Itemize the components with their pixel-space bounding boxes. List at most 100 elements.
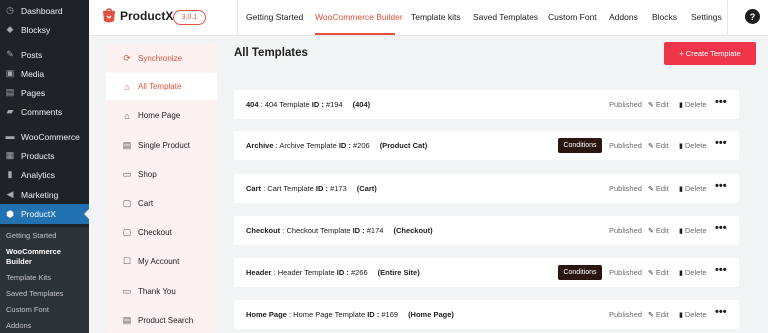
status-label: Published xyxy=(609,226,642,235)
more-options-button[interactable]: ••• xyxy=(715,222,727,234)
more-options-button[interactable]: ••• xyxy=(715,137,727,149)
nav-addons[interactable]: Addons xyxy=(609,12,638,22)
menu-item-home-page[interactable]: ⌂ Home Page xyxy=(106,102,217,129)
search-icon: ▤ xyxy=(122,315,132,325)
template-condition-tag: (Cart) xyxy=(356,184,377,193)
more-options-button[interactable]: ••• xyxy=(715,96,727,108)
template-row: Header : Header Template ID : #266 (Entir… xyxy=(234,258,739,287)
wp-menu-analytics[interactable]: ▮ Analytics xyxy=(0,165,89,184)
more-options-button[interactable]: ••• xyxy=(715,306,727,318)
plugin-content: ⟳ Synchronize ⌂ All Template ⌂ Home Page ▤ S… xyxy=(89,36,768,333)
wp-menu-posts[interactable]: ✎ Posts xyxy=(0,45,89,64)
wp-menu-label: Pages xyxy=(21,87,46,98)
edit-label: Edit xyxy=(655,268,669,277)
status-label: Published xyxy=(609,141,642,150)
more-options-button[interactable]: ••• xyxy=(715,264,727,276)
pencil-icon: ✎ xyxy=(648,228,654,235)
template-id-label: ID : xyxy=(350,226,367,235)
delete-label: Delete xyxy=(684,141,707,150)
wp-submenu-custom-font[interactable]: Custom Font xyxy=(6,305,49,315)
delete-button[interactable]: ▮ Delete xyxy=(679,268,707,277)
help-divider xyxy=(727,0,728,36)
delete-button[interactable]: ▮ Delete xyxy=(679,310,707,319)
template-title: Archive Template xyxy=(279,141,337,150)
menu-item-cart[interactable]: ▢ Cart xyxy=(106,190,217,217)
top-nav xyxy=(237,0,238,36)
template-id-label: ID : xyxy=(309,100,326,109)
wp-submenu-woocommerce-builder[interactable]: WooCommerce Builder xyxy=(6,247,61,267)
nav-active-indicator xyxy=(315,33,395,35)
template-id: #194 xyxy=(325,100,343,109)
wp-menu-label: Products xyxy=(21,150,55,161)
wp-submenu-getting-started[interactable]: Getting Started xyxy=(6,231,56,241)
nav-settings[interactable]: Settings xyxy=(691,12,722,22)
menu-item-my-account[interactable]: ☐ My Account xyxy=(106,248,217,275)
conditions-button[interactable]: Conditions xyxy=(558,265,602,280)
archive-icon: ▦ xyxy=(5,150,15,160)
edit-label: Edit xyxy=(655,100,669,109)
delete-button[interactable]: ▮ Delete xyxy=(679,100,707,109)
menu-item-shop[interactable]: ▭ Shop xyxy=(106,161,217,188)
nav-template-kits[interactable]: Template kits xyxy=(411,12,461,22)
nav-getting-started[interactable]: Getting Started xyxy=(246,12,303,22)
edit-button[interactable]: ✎ Edit xyxy=(648,184,669,193)
menu-item-checkout[interactable]: ▢ Checkout xyxy=(106,219,217,246)
productx-logo[interactable]: ProductX xyxy=(101,8,173,24)
wp-menu-label: Blocksy xyxy=(21,24,51,35)
edit-button[interactable]: ✎ Edit xyxy=(648,310,669,319)
wp-menu-label: Media xyxy=(21,68,45,79)
edit-button[interactable]: ✎ Edit xyxy=(648,141,669,150)
wp-menu-products[interactable]: ▦ Products xyxy=(0,146,89,165)
delete-label: Delete xyxy=(684,310,707,319)
menu-item-label: My Account xyxy=(138,257,180,266)
status-label: Published xyxy=(609,184,642,193)
wp-submenu-saved-templates[interactable]: Saved Templates xyxy=(6,289,63,299)
checkout-icon: ▢ xyxy=(122,227,132,237)
menu-item-thank-you[interactable]: ▭ Thank You xyxy=(106,278,217,305)
menu-item-label: Home Page xyxy=(138,111,181,120)
wp-menu-marketing[interactable]: ◀ Marketing xyxy=(0,185,89,204)
menu-item-product-search[interactable]: ▤ Product Search xyxy=(106,307,217,333)
menu-item-single-product[interactable]: ▤ Single Product xyxy=(106,132,217,159)
nav-saved-templates[interactable]: Saved Templates xyxy=(473,12,538,22)
wp-menu-media[interactable]: ▣ Media xyxy=(0,64,89,83)
wp-menu-pages[interactable]: ▤ Pages xyxy=(0,83,89,102)
help-button[interactable]: ? xyxy=(745,9,760,24)
delete-button[interactable]: ▮ Delete xyxy=(679,141,707,150)
template-title: 404 Template xyxy=(264,100,310,109)
pencil-icon: ✎ xyxy=(648,270,654,277)
edit-button[interactable]: ✎ Edit xyxy=(648,100,669,109)
nav-custom-font[interactable]: Custom Font xyxy=(548,12,597,22)
delete-label: Delete xyxy=(684,184,707,193)
edit-label: Edit xyxy=(655,310,669,319)
delete-button[interactable]: ▮ Delete xyxy=(679,226,707,235)
wp-menu-blocksy[interactable]: ◆ Blocksy xyxy=(0,20,89,39)
template-condition-tag: (Product Cat) xyxy=(379,141,428,150)
delete-button[interactable]: ▮ Delete xyxy=(679,184,707,193)
wp-submenu-template-kits[interactable]: Template Kits xyxy=(6,273,51,283)
trash-icon: ▮ xyxy=(679,186,683,193)
template-name: Archive : Archive Template ID : #206 (Pro… xyxy=(246,141,427,150)
menu-item-label: Single Product xyxy=(138,141,191,150)
template-type: Archive xyxy=(246,141,274,150)
wp-menu-dashboard[interactable]: ◷ Dashboard xyxy=(0,1,89,20)
wp-menu-comments[interactable]: ▰ Comments xyxy=(0,102,89,121)
wp-menu-productx[interactable]: ⬢ ProductX xyxy=(0,204,89,224)
page-icon: ▤ xyxy=(5,87,15,97)
wp-submenu-addons[interactable]: Addons xyxy=(6,321,31,331)
wp-menu-woocommerce[interactable]: ▬ WooCommerce xyxy=(0,127,89,146)
conditions-button[interactable]: Conditions xyxy=(558,138,602,153)
create-template-button[interactable]: + Create Template xyxy=(664,42,756,65)
template-id-label: ID : xyxy=(336,141,353,150)
pencil-icon: ✎ xyxy=(648,312,654,319)
template-name: 404 : 404 Template ID : #194 (404) xyxy=(246,100,370,109)
synchronize-button[interactable]: ⟳ Synchronize xyxy=(106,45,217,72)
nav-blocks[interactable]: Blocks xyxy=(652,12,677,22)
nav-woocommerce-builder[interactable]: WooCommerce Builder xyxy=(315,12,403,22)
more-options-button[interactable]: ••• xyxy=(715,180,727,192)
edit-button[interactable]: ✎ Edit xyxy=(648,268,669,277)
edit-button[interactable]: ✎ Edit xyxy=(648,226,669,235)
screen: ◷ Dashboard ◆ Blocksy ✎ Posts ▣ Media ▤ Pages… xyxy=(0,0,768,333)
menu-item-all-template[interactable]: ⌂ All Template xyxy=(106,73,217,100)
delete-label: Delete xyxy=(684,100,707,109)
